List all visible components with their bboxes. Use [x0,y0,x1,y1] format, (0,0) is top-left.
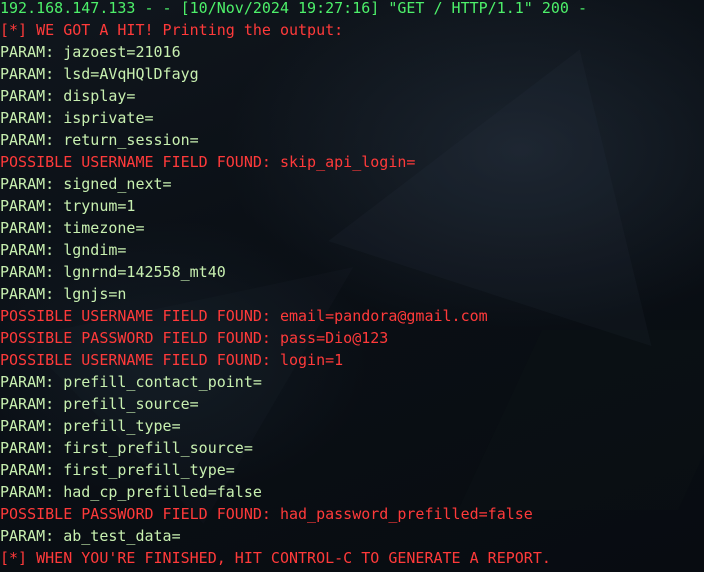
log-line-param: PARAM: first_prefill_source= [0,439,253,457]
log-line-username-found: POSSIBLE USERNAME FIELD FOUND: email=pan… [0,307,488,325]
log-line-finish-notice: [*] WHEN YOU'RE FINISHED, HIT CONTROL-C … [0,549,551,567]
log-line-password-found: POSSIBLE PASSWORD FIELD FOUND: had_passw… [0,505,533,523]
log-line-param: PARAM: lsd=AVqHQlDfayg [0,65,199,83]
log-line-username-found: POSSIBLE USERNAME FIELD FOUND: login=1 [0,351,344,369]
log-line-param: PARAM: prefill_type= [0,417,181,435]
terminal-window[interactable]: 192.168.147.133 - - [10/Nov/2024 19:27:1… [0,0,704,572]
background-shape [458,330,704,510]
log-line-password-found: POSSIBLE PASSWORD FIELD FOUND: pass=Dio@… [0,329,389,347]
log-line-param: PARAM: lgndim= [0,241,127,259]
log-line-param: PARAM: prefill_contact_point= [0,373,262,391]
log-line-param: PARAM: trynum=1 [0,197,136,215]
log-line-param: PARAM: lgnjs=n [0,285,127,303]
log-line-param: PARAM: signed_next= [0,175,172,193]
log-line-param: PARAM: timezone= [0,219,145,237]
log-line-param: PARAM: prefill_source= [0,395,199,413]
log-line-param: PARAM: lgnrnd=142558_mt40 [0,263,226,281]
log-line-request: 192.168.147.133 - - [10/Nov/2024 19:27:1… [0,0,587,17]
log-line-param: PARAM: return_session= [0,131,199,149]
log-line-hit: [*] WE GOT A HIT! Printing the output: [0,21,344,39]
log-line-param: PARAM: first_prefill_type= [0,461,235,479]
log-line-param: PARAM: had_cp_prefilled=false [0,483,262,501]
background-shape [328,0,704,347]
log-line-param: PARAM: jazoest=21016 [0,43,181,61]
log-line-username-found: POSSIBLE USERNAME FIELD FOUND: skip_api_… [0,153,416,171]
log-line-param: PARAM: display= [0,87,136,105]
log-line-param: PARAM: isprivate= [0,109,154,127]
log-line-param: PARAM: ab_test_data= [0,527,181,545]
